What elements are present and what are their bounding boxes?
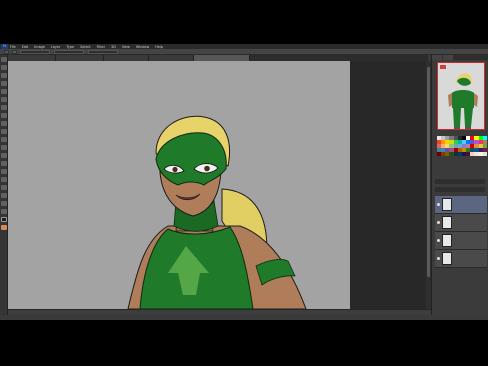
lasso-tool-icon[interactable] bbox=[1, 73, 7, 78]
document-canvas[interactable] bbox=[8, 61, 350, 309]
pen-tool-icon[interactable] bbox=[1, 169, 7, 174]
dodge-tool-icon[interactable] bbox=[1, 161, 7, 166]
menu-select[interactable]: Select bbox=[80, 45, 90, 49]
shape-tool-icon[interactable] bbox=[1, 193, 7, 198]
healing-tool-icon[interactable] bbox=[1, 105, 7, 110]
menu-file[interactable]: File bbox=[10, 45, 16, 49]
panel-tab-histogram[interactable] bbox=[443, 55, 453, 60]
color-swatch[interactable] bbox=[482, 152, 487, 156]
brush-size-field[interactable] bbox=[20, 49, 50, 54]
quick-select-tool-icon[interactable] bbox=[1, 81, 7, 86]
marquee-tool-icon[interactable] bbox=[1, 65, 7, 70]
canvas-pasteboard bbox=[350, 61, 426, 309]
brush-tool-icon[interactable] bbox=[1, 113, 7, 118]
clone-stamp-tool-icon[interactable] bbox=[1, 121, 7, 126]
visibility-eye-icon[interactable] bbox=[437, 221, 440, 224]
tools-panel bbox=[0, 55, 8, 315]
photoshop-window: Ps File Edit Image Layer Type Select Fil… bbox=[0, 44, 488, 320]
swatches-panel bbox=[437, 136, 487, 176]
path-select-tool-icon[interactable] bbox=[1, 185, 7, 190]
layer-row[interactable] bbox=[435, 196, 487, 214]
eyedropper-tool-icon[interactable] bbox=[1, 97, 7, 102]
layer-row[interactable] bbox=[435, 250, 487, 268]
navigator-thumbnail bbox=[440, 65, 478, 129]
adjustments-panel-header bbox=[435, 179, 485, 184]
layer-thumbnail bbox=[442, 216, 452, 229]
panel-tab-navigator[interactable] bbox=[432, 55, 442, 60]
gradient-tool-icon[interactable] bbox=[1, 145, 7, 150]
layers-panel bbox=[435, 196, 487, 268]
brush-preset-button[interactable] bbox=[12, 49, 17, 54]
menu-image[interactable]: Image bbox=[34, 45, 45, 49]
character-artwork bbox=[127, 115, 307, 309]
background-color-swatch[interactable] bbox=[1, 225, 7, 230]
layer-row[interactable] bbox=[435, 214, 487, 232]
visibility-eye-icon[interactable] bbox=[437, 203, 440, 206]
visibility-eye-icon[interactable] bbox=[437, 257, 440, 260]
menu-view[interactable]: View bbox=[122, 45, 130, 49]
letterbox-bottom bbox=[0, 320, 488, 366]
layer-thumbnail bbox=[442, 252, 452, 265]
type-tool-icon[interactable] bbox=[1, 177, 7, 182]
menu-filter[interactable]: Filter bbox=[97, 45, 105, 49]
flow-field[interactable] bbox=[88, 49, 118, 54]
right-panel-dock bbox=[431, 55, 488, 315]
menu-window[interactable]: Window bbox=[136, 45, 149, 49]
move-tool-icon[interactable] bbox=[1, 57, 7, 62]
foreground-color-swatch[interactable] bbox=[1, 217, 7, 222]
crop-tool-icon[interactable] bbox=[1, 89, 7, 94]
menu-type[interactable]: Type bbox=[66, 45, 74, 49]
eraser-tool-icon[interactable] bbox=[1, 137, 7, 142]
layer-thumbnail bbox=[442, 198, 452, 211]
opacity-field[interactable] bbox=[54, 49, 84, 54]
layer-thumbnail bbox=[442, 234, 452, 247]
hand-tool-icon[interactable] bbox=[1, 201, 7, 206]
layers-panel-header bbox=[435, 187, 485, 192]
scrollbar-thumb[interactable] bbox=[427, 67, 430, 277]
menu-layer[interactable]: Layer bbox=[51, 45, 60, 49]
navigator-preview[interactable] bbox=[437, 62, 485, 130]
blur-tool-icon[interactable] bbox=[1, 153, 7, 158]
history-brush-tool-icon[interactable] bbox=[1, 129, 7, 134]
zoom-tool-icon[interactable] bbox=[1, 209, 7, 214]
visibility-eye-icon[interactable] bbox=[437, 239, 440, 242]
letterbox-top bbox=[0, 0, 488, 44]
status-bar bbox=[8, 309, 431, 315]
menu-edit[interactable]: Edit bbox=[22, 45, 29, 49]
tool-preset-button[interactable] bbox=[4, 49, 9, 54]
menu-3d[interactable]: 3D bbox=[111, 45, 116, 49]
menu-help[interactable]: Help bbox=[155, 45, 163, 49]
navigator-panel-tabs bbox=[432, 55, 488, 60]
layer-row[interactable] bbox=[435, 232, 487, 250]
